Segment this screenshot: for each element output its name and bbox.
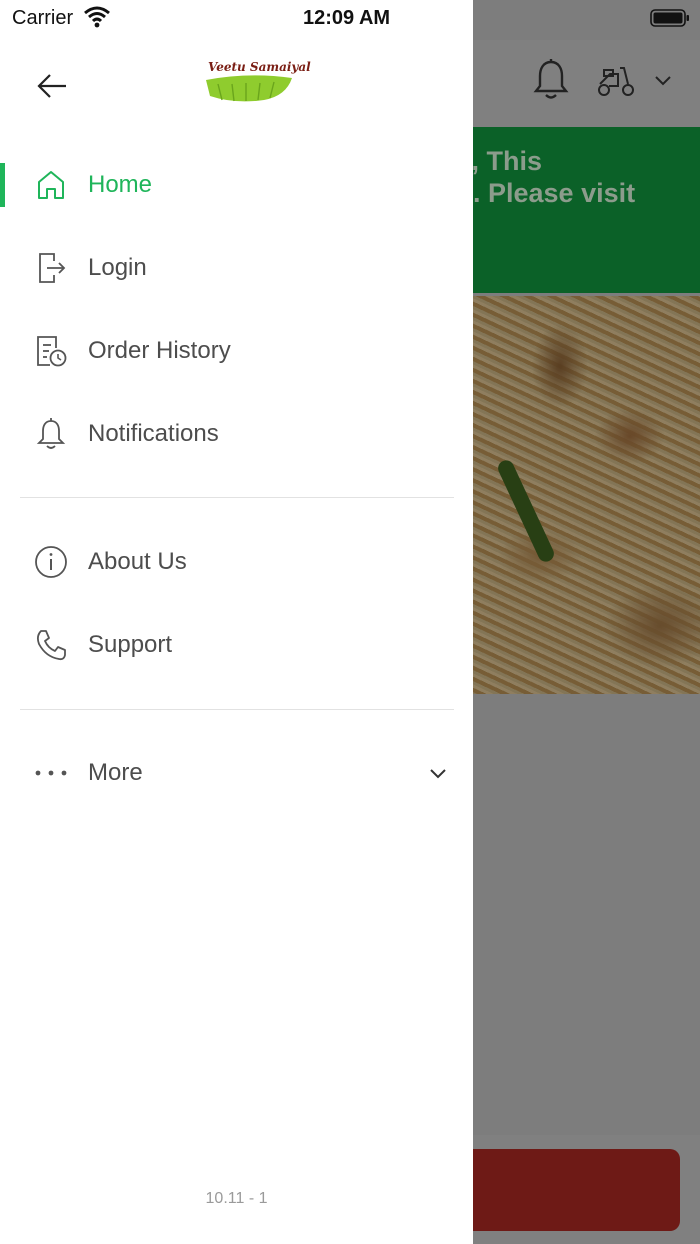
menu-label: About Us xyxy=(88,548,187,575)
menu-label: Login xyxy=(88,254,147,281)
status-bar: Carrier 12:09 AM xyxy=(0,0,700,40)
status-time: 12:09 AM xyxy=(303,7,391,29)
arrow-left-icon xyxy=(37,74,66,98)
menu-label: Notifications xyxy=(88,420,219,447)
menu-label: More xyxy=(88,759,143,786)
chevron-down-icon[interactable] xyxy=(654,74,672,88)
wifi-icon xyxy=(84,6,110,28)
login-icon xyxy=(34,251,68,285)
bottom-action-button[interactable] xyxy=(454,1149,680,1231)
divider xyxy=(20,497,454,498)
order-history-icon xyxy=(34,334,68,368)
battery-icon xyxy=(650,9,689,27)
divider xyxy=(20,709,454,710)
menu-label: Order History xyxy=(88,337,231,364)
app-version: 10.11 - 1 xyxy=(205,1190,268,1207)
carrier-label: Carrier xyxy=(12,7,74,29)
logo-text: Veetu Samaiyal xyxy=(208,60,311,74)
menu-item-about-us[interactable]: About Us xyxy=(0,527,473,597)
bell-icon xyxy=(34,417,68,451)
chevron-down-icon xyxy=(430,769,446,779)
menu-item-more[interactable]: More xyxy=(0,738,473,808)
delivery-scooter-icon[interactable] xyxy=(596,64,636,98)
info-icon xyxy=(34,545,68,579)
image-shade xyxy=(470,296,700,694)
home-icon xyxy=(34,168,68,202)
bell-icon[interactable] xyxy=(532,58,570,102)
leaf-icon xyxy=(206,75,292,102)
menu-label: Support xyxy=(88,631,173,658)
back-button[interactable] xyxy=(34,70,70,102)
alert-banner: ed, This on. Please visit y xyxy=(470,127,700,293)
phone-icon xyxy=(34,628,68,662)
menu-item-order-history[interactable]: Order History xyxy=(0,316,473,386)
menu-item-login[interactable]: Login xyxy=(0,233,473,303)
menu-item-support[interactable]: Support xyxy=(0,610,473,680)
navigation-drawer: Veetu Samaiyal Home Login Order History … xyxy=(0,0,473,1244)
brand-logo: Veetu Samaiyal xyxy=(204,60,311,106)
banner-text: ed, This on. Please visit y xyxy=(470,146,636,208)
menu-label: Home xyxy=(88,171,153,198)
menu-item-notifications[interactable]: Notifications xyxy=(0,399,473,469)
menu-item-home[interactable]: Home xyxy=(0,150,473,220)
more-dots-icon xyxy=(34,756,68,790)
